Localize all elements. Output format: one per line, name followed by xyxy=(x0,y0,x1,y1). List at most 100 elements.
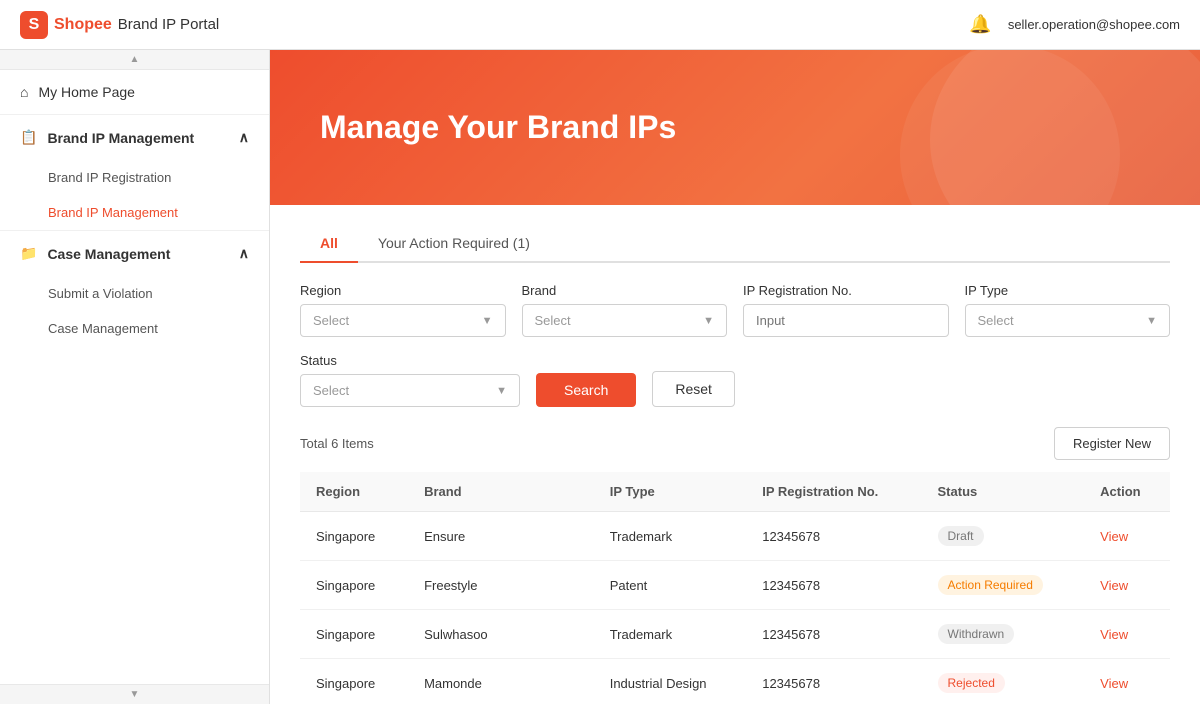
register-new-button[interactable]: Register New xyxy=(1054,427,1170,460)
layout: ▲ ⌂ My Home Page 📋 Brand IP Management ∧… xyxy=(0,50,1200,704)
action-view-link[interactable]: View xyxy=(1100,676,1128,691)
table-header-row-cols: Region Brand IP Type IP Registration No.… xyxy=(300,472,1170,512)
col-ip-type: IP Type xyxy=(594,472,747,512)
table-header-row: Total 6 Items Register New xyxy=(300,427,1170,460)
filter-ip-reg-no: IP Registration No. xyxy=(743,283,949,337)
content-area: All Your Action Required (1) Region Sele… xyxy=(270,205,1200,704)
sidebar: ▲ ⌂ My Home Page 📋 Brand IP Management ∧… xyxy=(0,50,270,704)
cell-status: Draft xyxy=(922,512,1085,561)
scroll-down-arrow: ▼ xyxy=(130,689,140,700)
sidebar-item-case-management[interactable]: Case Management xyxy=(0,311,269,346)
ip-type-placeholder: Select xyxy=(978,313,1014,328)
filter-row-1: Region Select ▼ Brand Select ▼ IP Regist… xyxy=(300,283,1170,337)
sidebar-scroll-bottom: ▼ xyxy=(0,684,269,704)
hero-title: Manage Your Brand IPs xyxy=(320,109,676,146)
search-button[interactable]: Search xyxy=(536,373,636,407)
ip-type-select[interactable]: Select ▼ xyxy=(965,304,1171,337)
cell-brand: Mamonde xyxy=(408,659,594,704)
brand-name: Shopee xyxy=(54,16,112,34)
bell-icon[interactable]: 🔔 xyxy=(969,14,991,35)
table-head: Region Brand IP Type IP Registration No.… xyxy=(300,472,1170,512)
cell-status: Rejected xyxy=(922,659,1085,704)
cell-ip-reg-no: 12345678 xyxy=(746,561,921,610)
case-icon: 📁 xyxy=(20,245,37,262)
cell-action: View xyxy=(1084,561,1170,610)
brand-chevron-icon: ▼ xyxy=(703,315,714,327)
cell-ip-reg-no: 12345678 xyxy=(746,610,921,659)
hero-banner: Manage Your Brand IPs xyxy=(270,50,1200,205)
action-view-link[interactable]: View xyxy=(1100,627,1128,642)
ip-type-label: IP Type xyxy=(965,283,1171,298)
cell-ip-type: Trademark xyxy=(594,610,747,659)
col-brand: Brand xyxy=(408,472,594,512)
main-content: Manage Your Brand IPs All Your Action Re… xyxy=(270,50,1200,704)
home-icon: ⌂ xyxy=(20,84,28,100)
sidebar-section-case: 📁 Case Management ∧ Submit a Violation C… xyxy=(0,230,269,346)
reset-button[interactable]: Reset xyxy=(652,371,735,407)
region-chevron-icon: ▼ xyxy=(482,315,493,327)
status-badge: Draft xyxy=(938,526,984,546)
col-ip-reg-no: IP Registration No. xyxy=(746,472,921,512)
cell-region: Singapore xyxy=(300,512,408,561)
table-row: Singapore Ensure Trademark 12345678 Draf… xyxy=(300,512,1170,561)
shopee-logo: S Shopee Brand IP Portal xyxy=(20,11,219,39)
sidebar-home-label: My Home Page xyxy=(38,84,134,100)
sidebar-item-submit-violation[interactable]: Submit a Violation xyxy=(0,276,269,311)
action-view-link[interactable]: View xyxy=(1100,578,1128,593)
portal-name: Brand IP Portal xyxy=(118,16,219,33)
header-right: 🔔 seller.operation@shopee.com xyxy=(969,14,1180,35)
cell-region: Singapore xyxy=(300,561,408,610)
cell-ip-reg-no: 12345678 xyxy=(746,512,921,561)
status-label: Status xyxy=(300,353,520,368)
brand-ip-label: Brand IP Management xyxy=(47,130,194,146)
cell-region: Singapore xyxy=(300,610,408,659)
case-expand-icon: ∧ xyxy=(239,245,249,262)
brand-ip-expand-icon: ∧ xyxy=(239,129,249,146)
status-badge: Withdrawn xyxy=(938,624,1015,644)
tab-all[interactable]: All xyxy=(300,225,358,263)
brand-ip-management-label: Brand IP Management xyxy=(48,205,178,220)
sidebar-case-header[interactable]: 📁 Case Management ∧ xyxy=(0,231,269,276)
brand-label: Brand xyxy=(522,283,728,298)
status-select[interactable]: Select ▼ xyxy=(300,374,520,407)
tab-action-required[interactable]: Your Action Required (1) xyxy=(358,225,550,263)
header-left: S Shopee Brand IP Portal xyxy=(20,11,219,39)
cell-ip-type: Patent xyxy=(594,561,747,610)
table-body: Singapore Ensure Trademark 12345678 Draf… xyxy=(300,512,1170,704)
brand-ip-registration-label: Brand IP Registration xyxy=(48,170,171,185)
data-table: Region Brand IP Type IP Registration No.… xyxy=(300,472,1170,704)
cell-ip-type: Industrial Design xyxy=(594,659,747,704)
ip-type-chevron-icon: ▼ xyxy=(1146,315,1157,327)
sidebar-brand-ip-header[interactable]: 📋 Brand IP Management ∧ xyxy=(0,115,269,160)
table-total: Total 6 Items xyxy=(300,436,374,451)
table-row: Singapore Mamonde Industrial Design 1234… xyxy=(300,659,1170,704)
cell-ip-reg-no: 12345678 xyxy=(746,659,921,704)
status-chevron-icon: ▼ xyxy=(496,385,507,397)
status-placeholder: Select xyxy=(313,383,349,398)
brand-placeholder: Select xyxy=(535,313,571,328)
case-label: Case Management xyxy=(47,246,170,262)
action-view-link[interactable]: View xyxy=(1100,529,1128,544)
sidebar-item-brand-ip-registration[interactable]: Brand IP Registration xyxy=(0,160,269,195)
cell-brand: Sulwhasoo xyxy=(408,610,594,659)
user-email: seller.operation@shopee.com xyxy=(1008,17,1180,32)
col-region: Region xyxy=(300,472,408,512)
ip-reg-no-input[interactable] xyxy=(743,304,949,337)
cell-status: Action Required xyxy=(922,561,1085,610)
case-management-label: Case Management xyxy=(48,321,158,336)
cell-status: Withdrawn xyxy=(922,610,1085,659)
brand-ip-icon: 📋 xyxy=(20,129,37,146)
brand-select[interactable]: Select ▼ xyxy=(522,304,728,337)
col-status: Status xyxy=(922,472,1085,512)
filter-status: Status Select ▼ xyxy=(300,353,520,407)
submit-violation-label: Submit a Violation xyxy=(48,286,153,301)
cell-action: View xyxy=(1084,610,1170,659)
region-label: Region xyxy=(300,283,506,298)
region-select[interactable]: Select ▼ xyxy=(300,304,506,337)
sidebar-item-brand-ip-management[interactable]: Brand IP Management xyxy=(0,195,269,230)
sidebar-item-home[interactable]: ⌂ My Home Page xyxy=(0,70,269,114)
tab-bar: All Your Action Required (1) xyxy=(300,225,1170,263)
table-row: Singapore Sulwhasoo Trademark 12345678 W… xyxy=(300,610,1170,659)
filter-region: Region Select ▼ xyxy=(300,283,506,337)
cell-action: View xyxy=(1084,659,1170,704)
